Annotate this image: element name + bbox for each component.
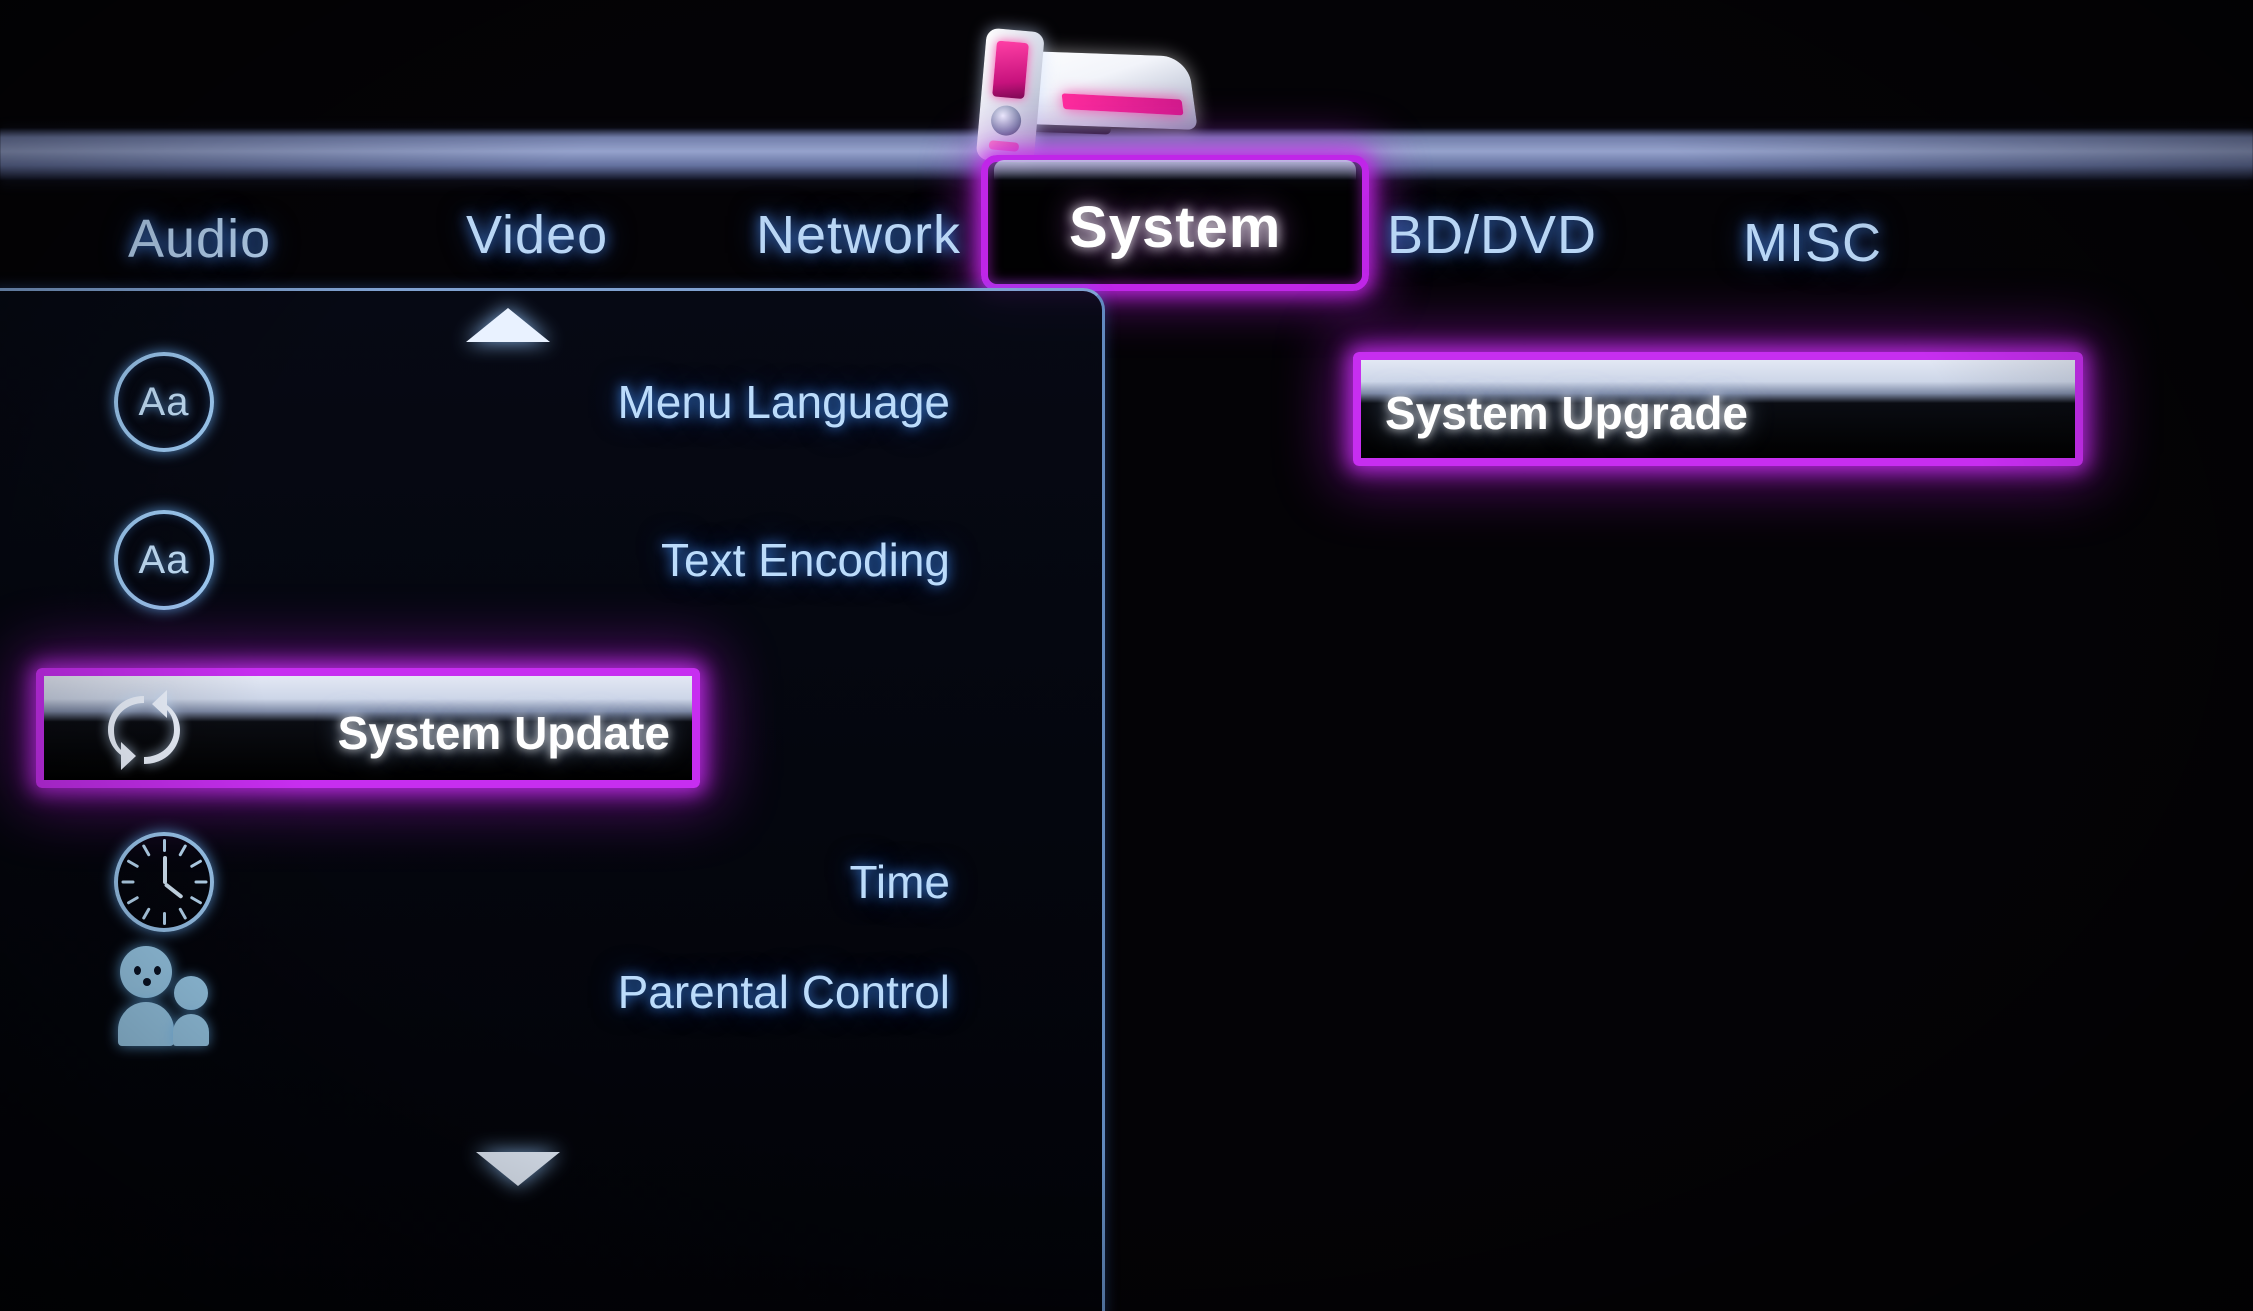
tab-audio[interactable]: Audio: [128, 208, 271, 270]
list-item-menu-language[interactable]: Aa Menu Language: [36, 350, 986, 454]
system-upgrade-label: System Upgrade: [1385, 387, 1749, 439]
refresh-arrows-icon: [92, 678, 196, 778]
parental-control-icon: [106, 940, 222, 1046]
list-item-text-encoding[interactable]: Aa Text Encoding: [36, 508, 986, 612]
tab-bar: Audio Video Network System BD/DVD MISC: [0, 180, 2253, 290]
tab-system[interactable]: System: [1069, 194, 1281, 261]
list-item-system-update-selected[interactable]: System Update: [36, 668, 700, 788]
aa-text-icon-label: Aa: [114, 510, 214, 610]
triangle-down-icon[interactable]: [476, 1152, 560, 1186]
list-item-label: Time: [849, 856, 950, 908]
list-item-label: System Update: [337, 707, 670, 759]
tab-bd-dvd[interactable]: BD/DVD: [1387, 204, 1597, 266]
list-item-label: Parental Control: [617, 966, 950, 1018]
parental-control-icon-graphic: [106, 940, 222, 1046]
system-upgrade-button[interactable]: System Upgrade: [1353, 352, 2083, 466]
aa-text-icon-label: Aa: [114, 352, 214, 452]
list-item-time[interactable]: Time: [36, 830, 986, 934]
clock-icon-graphic: [114, 832, 214, 932]
list-item-parental-control[interactable]: Parental Control: [36, 940, 986, 1046]
aa-text-icon: Aa: [106, 350, 222, 454]
triangle-up-icon[interactable]: [466, 308, 550, 342]
aa-text-icon: Aa: [106, 508, 222, 612]
tab-misc[interactable]: MISC: [1743, 212, 1882, 274]
list-item-label: Menu Language: [617, 376, 950, 428]
clock-icon: [106, 830, 222, 934]
tv-settings-screen: Audio Video Network System BD/DVD MISC A…: [0, 0, 2253, 1311]
list-item-label: Text Encoding: [661, 534, 950, 586]
tab-video[interactable]: Video: [466, 204, 608, 266]
tab-network[interactable]: Network: [756, 204, 961, 266]
